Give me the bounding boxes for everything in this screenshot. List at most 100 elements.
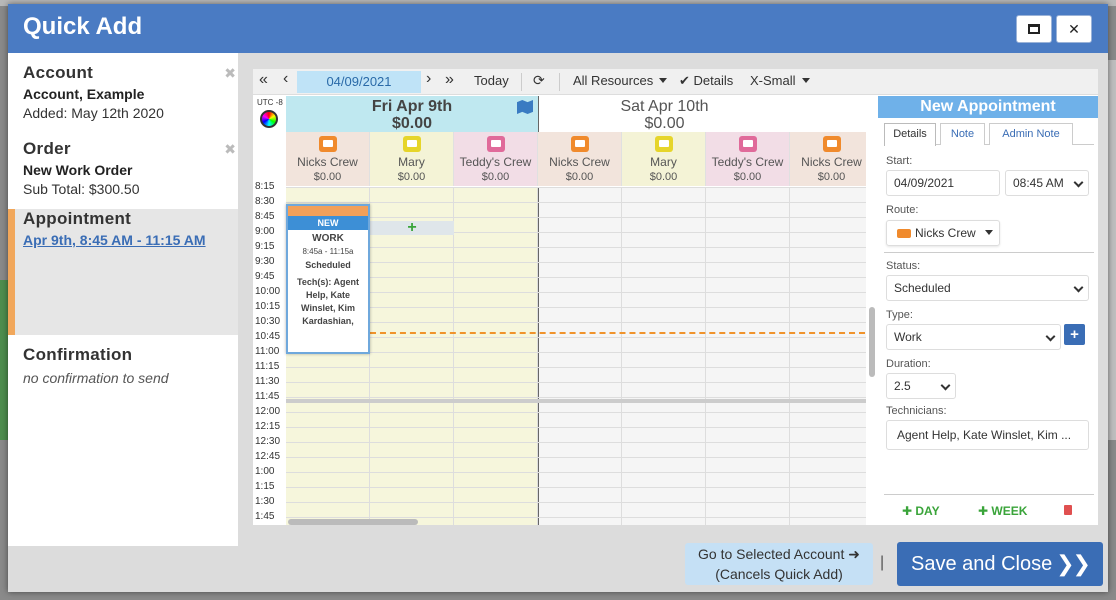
time-column: UTC -8 8:15 8:30 8:45 9:00 9:15 9:30 9:45 10:00… <box>253 96 286 525</box>
add-day-button[interactable]: ✚ DAY <box>902 504 940 518</box>
date-picker[interactable]: 04/09/2021 <box>297 71 421 93</box>
resource-header[interactable]: Nicks Crew $0.00 <box>286 132 370 186</box>
technicians-input[interactable]: Agent Help, Kate Winslet, Kim ... <box>886 420 1089 450</box>
route-label: Route: <box>886 204 919 216</box>
resource-amount: $0.00 <box>565 171 594 183</box>
resource-column[interactable] <box>790 187 866 525</box>
truck-icon <box>738 136 757 152</box>
time-label: 12:45 <box>255 451 281 462</box>
day-total: $0.00 <box>644 115 685 132</box>
today-button[interactable]: Today <box>474 73 509 88</box>
prev-day-icon[interactable]: ‹ <box>283 70 288 88</box>
horizontal-scrollbar[interactable] <box>288 519 418 525</box>
day-button-label: DAY <box>915 504 940 518</box>
time-label: 1:30 <box>255 496 275 507</box>
add-slot-button[interactable]: + <box>370 220 454 236</box>
color-wheel-icon[interactable] <box>260 110 278 128</box>
resource-name: Nicks Crew <box>801 155 862 169</box>
resource-header[interactable]: Teddy's Crew $0.00 <box>454 132 538 186</box>
status-select[interactable]: Scheduled <box>886 275 1089 301</box>
time-label: 12:15 <box>255 421 281 432</box>
step-account[interactable]: Account Account, Example Added: May 12th… <box>8 63 238 139</box>
save-and-close-button[interactable]: Save and Close ❯❯ <box>897 542 1103 586</box>
resource-header[interactable]: Mary $0.00 <box>370 132 454 186</box>
start-date-input[interactable]: 04/09/2021 <box>886 170 1000 196</box>
time-gridline <box>286 502 866 503</box>
vertical-scrollbar[interactable] <box>869 307 875 377</box>
resource-name: Nicks Crew <box>297 155 358 169</box>
refresh-icon[interactable]: ⟳ <box>533 72 545 89</box>
step-appointment[interactable]: Appointment Apr 9th, 8:45 AM - 11:15 AM <box>8 209 238 335</box>
duration-select[interactable]: 2.5 <box>886 373 956 399</box>
duration-label: Duration: <box>886 358 931 370</box>
resource-column[interactable] <box>538 187 622 525</box>
step-confirmation[interactable]: Confirmation no confirmation to send <box>8 335 238 413</box>
truck-icon <box>318 136 337 152</box>
resource-column[interactable] <box>706 187 790 525</box>
next-week-icon[interactable]: » <box>445 71 454 89</box>
details-toggle[interactable]: ✔ Details <box>679 73 733 89</box>
type-select[interactable]: Work <box>886 324 1061 350</box>
new-appointment-title: New Appointment <box>878 96 1098 118</box>
step-account-heading: Account <box>23 63 94 82</box>
add-week-button[interactable]: ✚ WEEK <box>978 504 1027 518</box>
section-divider <box>884 494 1094 495</box>
maximize-button[interactable] <box>1016 15 1052 43</box>
add-type-button[interactable]: + <box>1064 324 1085 345</box>
truck-icon <box>570 136 589 152</box>
remove-account-icon[interactable]: ✖ <box>224 65 236 82</box>
resource-column[interactable] <box>370 187 454 525</box>
appointment-tabs: Details Note Admin Note <box>884 123 1094 146</box>
tab-admin-note[interactable]: Admin Note <box>989 123 1073 145</box>
resource-column[interactable] <box>622 187 706 525</box>
new-badge: NEW <box>288 216 368 230</box>
week-button-label: WEEK <box>991 504 1028 518</box>
prev-week-icon[interactable]: « <box>259 71 268 89</box>
resource-header[interactable]: Teddy's Crew $0.00 <box>706 132 790 186</box>
resources-dropdown[interactable]: All Resources <box>573 73 668 88</box>
time-label: 9:15 <box>255 241 275 252</box>
time-label: 11:30 <box>255 376 280 387</box>
type-label: Type: <box>886 309 913 321</box>
time-gridline <box>286 187 866 188</box>
arrow-right-icon: ➜ <box>848 546 860 562</box>
modal-header: Quick Add ✕ <box>8 4 1108 53</box>
toolbar-divider <box>559 73 560 91</box>
resources-label: All Resources <box>573 73 654 88</box>
appointment-card[interactable]: NEW WORK 8:45a - 11:15a Scheduled Tech(s… <box>286 204 370 354</box>
resource-header[interactable]: Nicks Crew $0.00 <box>790 132 866 186</box>
time-gridline <box>286 382 866 383</box>
size-dropdown[interactable]: X-Small <box>750 73 810 88</box>
chevron-down-icon <box>659 78 668 83</box>
goto-account-button[interactable]: Go to Selected Account ➜ (Cancels Quick … <box>685 543 873 585</box>
time-gridline <box>286 202 866 203</box>
details-label: Details <box>693 73 734 88</box>
time-gridline <box>286 427 866 428</box>
resource-amount: $0.00 <box>817 171 846 183</box>
resource-header[interactable]: Nicks Crew $0.00 <box>538 132 622 186</box>
noon-divider <box>286 399 866 403</box>
step-appointment-heading: Appointment <box>23 209 132 228</box>
close-button[interactable]: ✕ <box>1056 15 1092 43</box>
step-order[interactable]: Order New Work Order Sub Total: $300.50 … <box>8 139 238 209</box>
tab-note[interactable]: Note <box>940 123 985 145</box>
map-icon[interactable] <box>517 100 533 114</box>
appointment-time: 8:45a - 11:15a <box>302 247 354 256</box>
tab-details[interactable]: Details <box>884 123 936 146</box>
remove-order-icon[interactable]: ✖ <box>224 141 236 158</box>
resource-amount: $0.00 <box>313 171 342 183</box>
route-dropdown[interactable]: Nicks Crew <box>886 220 1000 246</box>
resource-header[interactable]: Mary $0.00 <box>622 132 706 186</box>
next-day-icon[interactable]: › <box>426 70 431 88</box>
duration-value: 2.5 <box>894 379 911 393</box>
trash-icon[interactable] <box>1064 505 1072 515</box>
close-icon: ✕ <box>1068 20 1080 37</box>
quick-add-modal: Quick Add ✕ Account Account, Example Add… <box>8 4 1108 592</box>
start-time-select[interactable]: 08:45 AM <box>1005 170 1089 196</box>
chevron-down-icon <box>1045 331 1056 342</box>
day-header-sat: Sat Apr 10th $0.00 <box>538 96 790 132</box>
truck-icon <box>822 136 841 152</box>
plus-icon: ✚ <box>978 504 992 518</box>
appointment-link[interactable]: Apr 9th, 8:45 AM - 11:15 AM <box>23 232 238 248</box>
resource-column[interactable] <box>454 187 538 525</box>
